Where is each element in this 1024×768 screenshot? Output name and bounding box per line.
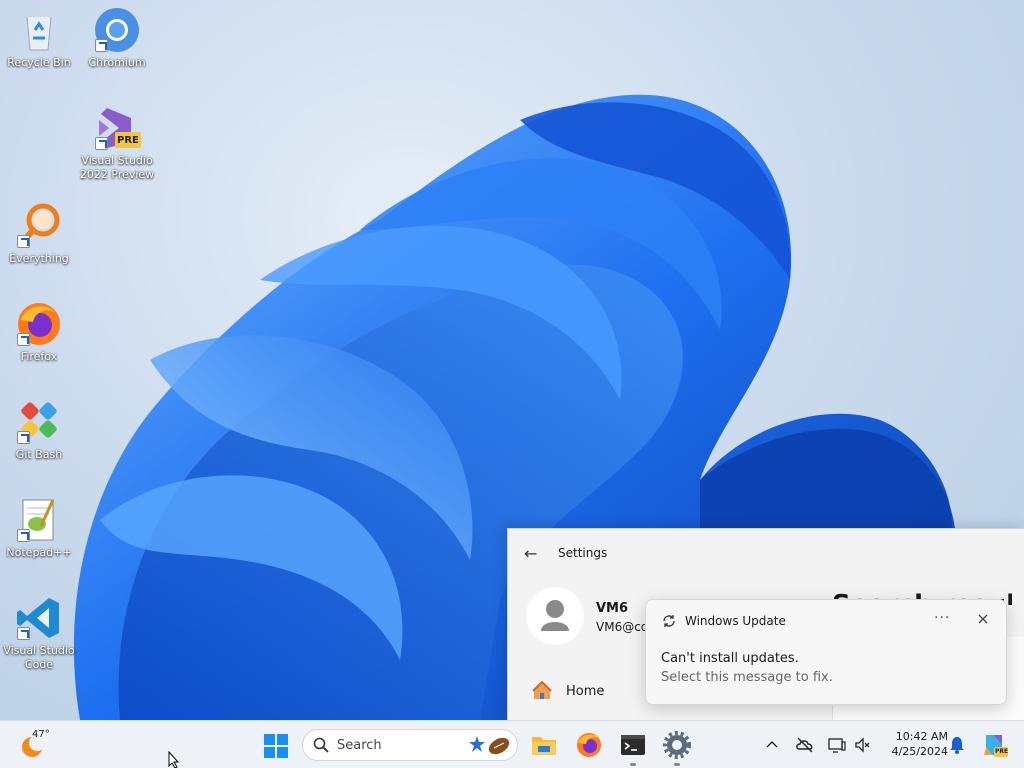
display-icon[interactable] [827,735,847,755]
git-bash-icon [15,398,63,446]
shortcut-arrow-icon [17,333,30,346]
shortcut-arrow-icon [95,137,108,150]
taskbar-firefox[interactable] [575,731,605,761]
avatar[interactable] [526,587,584,645]
user-email: VM6@co [596,620,646,634]
shortcut-arrow-icon [17,431,30,444]
desktop-icon-label: Firefox [20,350,58,363]
window-title: Settings [558,546,608,560]
search-placeholder: Search [337,737,382,753]
desktop-icon-everything[interactable]: Everything [0,202,78,266]
pre-badge: PRE [117,135,139,146]
start-button[interactable] [263,733,289,759]
desktop-icon-label: Chromium [88,56,146,69]
desktop-icon-label: Recycle Bin [7,56,71,69]
weather-temperature: 47° [32,729,50,740]
visual-studio-icon: PRE [93,104,141,152]
desktop[interactable]: Recycle Bin Chromium PRE Visual Studio 2… [0,0,1024,720]
taskbar: 47° Search 10:42 AM 4/25/2024 PRE [0,720,1024,768]
shortcut-arrow-icon [17,529,30,542]
desktop-icon-label: Notepad++ [6,546,72,559]
update-sync-icon [663,615,675,627]
notification-bell-icon[interactable] [948,735,966,755]
toast-app-name: Windows Update [685,614,786,628]
toast-body: Select this message to fix. [661,670,833,685]
shortcut-arrow-icon [17,627,30,640]
chromium-icon [93,6,141,54]
back-arrow-icon[interactable]: ← [524,544,537,563]
desktop-icon-label: Everything [9,252,69,265]
folder-icon [532,737,556,755]
mouse-cursor-icon [168,751,180,768]
clock[interactable]: 10:42 AM 4/25/2024 [880,729,948,759]
chevron-up-icon[interactable] [766,739,778,751]
taskbar-terminal[interactable] [619,731,649,767]
shortcut-arrow-icon [17,235,30,248]
volume-muted-icon[interactable] [853,735,873,755]
copilot-button[interactable]: PRE [980,731,1008,759]
nav-item-label: Home [566,683,605,699]
desktop-icon-label-line2: Code [24,658,54,671]
desktop-icon-vscode[interactable]: Visual Studio Code [0,594,78,672]
search-icon [313,737,329,753]
desktop-icon-git-bash[interactable]: Git Bash [0,398,78,462]
desktop-icon-notepad-plus-plus[interactable]: Notepad++ [0,496,78,560]
gear-icon [663,731,691,759]
everything-search-icon [15,202,63,250]
desktop-icon-recycle-bin[interactable]: Recycle Bin [0,6,78,70]
onedrive-offline-icon[interactable] [795,735,815,755]
desktop-icon-visual-studio-preview[interactable]: PRE Visual Studio 2022 Preview [78,104,156,182]
toast-title: Can't install updates. [661,651,799,666]
user-icon [541,600,569,631]
close-icon[interactable] [976,612,990,626]
taskbar-settings[interactable] [663,731,693,767]
clock-time: 10:42 AM [895,730,948,743]
recycle-bin-icon [15,6,63,54]
firefox-icon [15,300,63,348]
running-indicator [630,763,636,766]
windows-update-toast[interactable]: Windows Update ··· Can't install updates… [645,599,1007,705]
taskbar-search[interactable]: Search [302,729,518,761]
desktop-icon-label-line2: 2022 Preview [79,168,155,181]
shortcut-arrow-icon [95,39,108,52]
terminal-icon [621,735,645,755]
notepad-plus-plus-icon [15,496,63,544]
home-icon [532,681,552,699]
search-highlight-icon [469,736,510,755]
desktop-icon-label: Git Bash [15,448,63,461]
desktop-icon-firefox[interactable]: Firefox [0,300,78,364]
more-options-icon[interactable]: ··· [934,610,950,626]
windows-logo-icon [264,734,288,758]
vscode-icon [15,594,63,642]
desktop-icon-label: Visual Studio [3,644,75,657]
desktop-icon-chromium[interactable]: Chromium [78,6,156,70]
taskbar-file-explorer[interactable] [530,731,560,761]
running-indicator [674,763,680,766]
nav-item-home[interactable]: Home [532,679,604,703]
weather-widget[interactable]: 47° [18,729,58,761]
user-name: VM6 [596,601,629,616]
desktop-icon-label: Visual Studio [81,154,153,167]
pre-badge: PRE [995,748,1009,755]
clock-date: 4/25/2024 [891,745,948,758]
firefox-icon [577,733,601,757]
